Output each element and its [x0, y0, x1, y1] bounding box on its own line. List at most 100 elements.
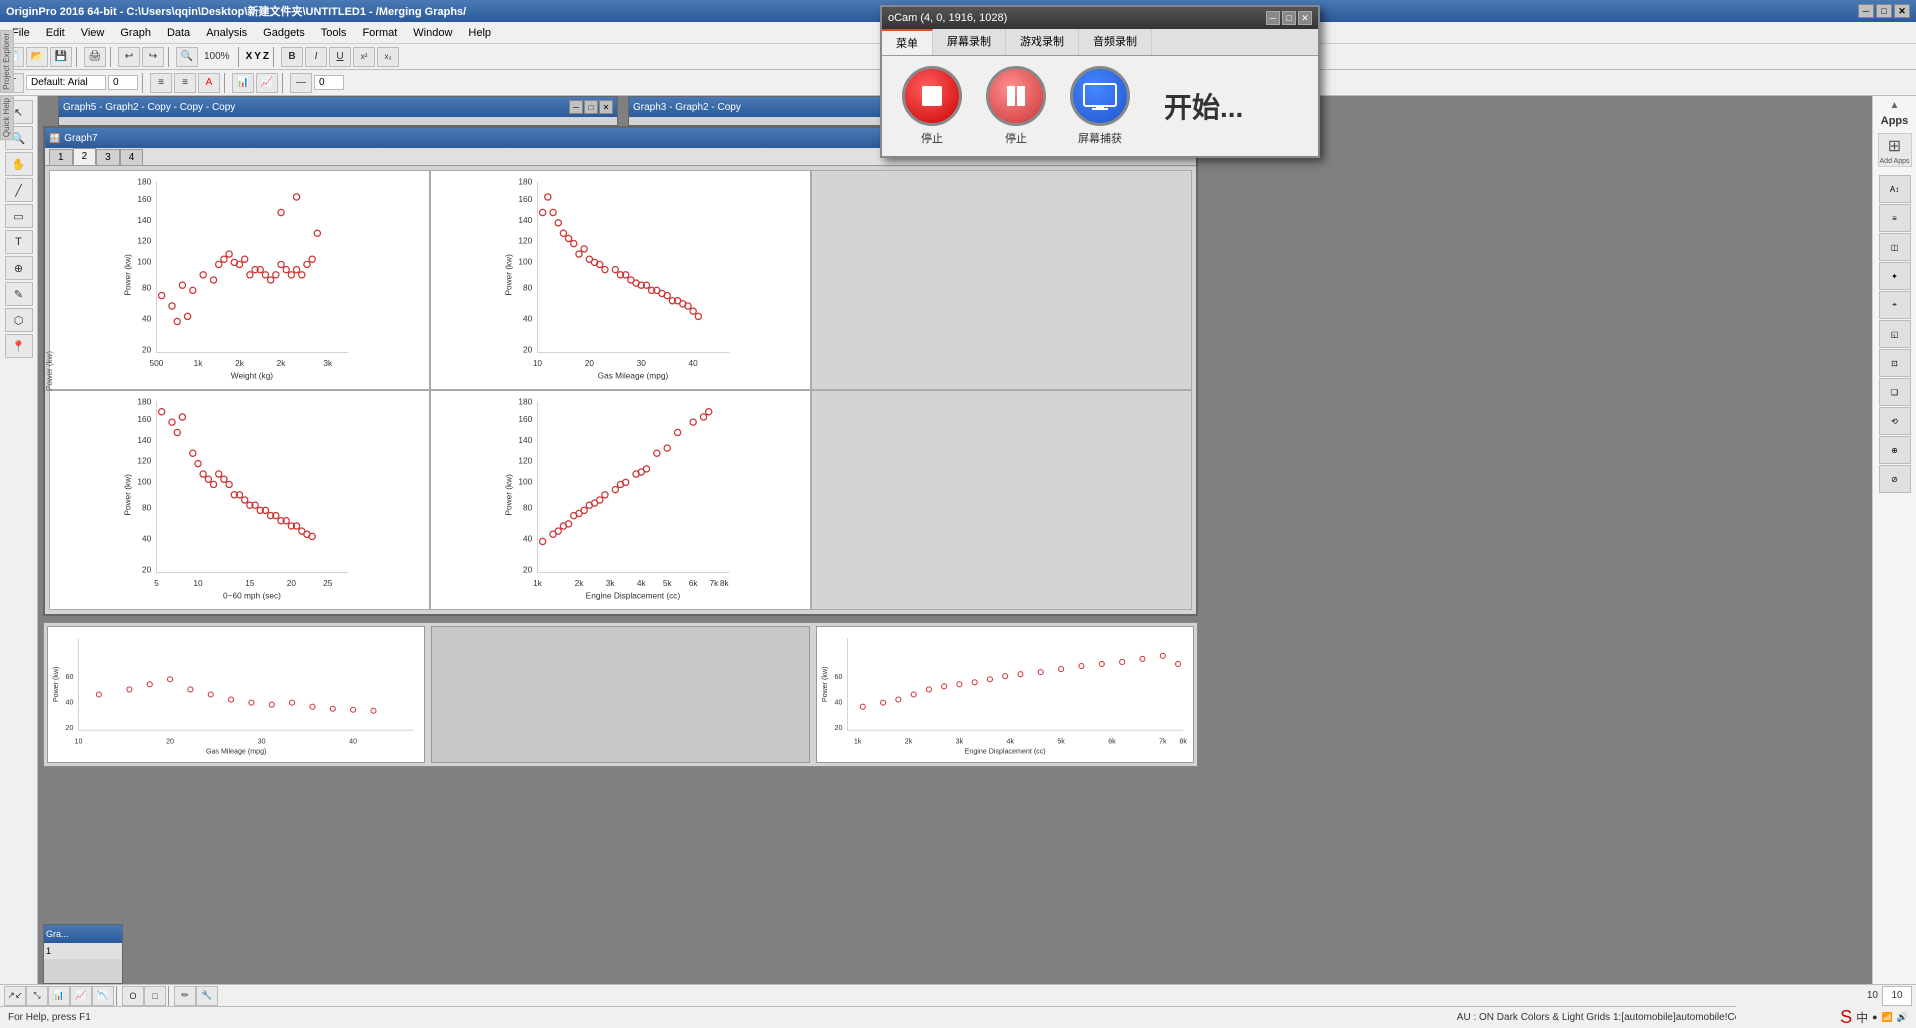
menu-gadgets[interactable]: Gadgets	[255, 25, 313, 41]
graph5-buttons: ─ □ ✕	[569, 100, 613, 114]
bt-btn4[interactable]: 📈	[70, 986, 92, 1006]
right-icon-7[interactable]: ⊡	[1879, 349, 1911, 377]
add-apps-icon: ⊞	[1888, 136, 1901, 156]
underline-btn[interactable]: U	[329, 47, 351, 67]
line-size-btn[interactable]: —	[290, 73, 312, 93]
plot-gasmileage-power[interactable]: 20 40 80 100 120 140 160 180 10 20 30 40…	[430, 170, 811, 390]
graph5-title-bar[interactable]: Graph5 - Graph2 - Copy - Copy - Copy ─ □…	[59, 97, 617, 117]
text-tool[interactable]: T	[5, 230, 33, 254]
print-btn[interactable]: 🖨	[84, 47, 106, 67]
bt-btn2[interactable]: ⤡	[26, 986, 48, 1006]
ocam-maximize[interactable]: □	[1282, 11, 1296, 25]
graph7-tab-2[interactable]: 2	[73, 148, 97, 165]
graph7-tab-4[interactable]: 4	[120, 149, 144, 165]
right-icon-6[interactable]: ◱	[1879, 320, 1911, 348]
undo-btn[interactable]: ↩	[118, 47, 140, 67]
graph7-tab-3[interactable]: 3	[96, 149, 120, 165]
menu-help[interactable]: Help	[460, 25, 499, 41]
bt-btn1[interactable]: ↗↙	[4, 986, 26, 1006]
ocam-stop-button-1[interactable]	[902, 66, 962, 126]
bold-btn[interactable]: B	[281, 47, 303, 67]
right-icon-10[interactable]: ⊕	[1879, 436, 1911, 464]
apps-scroll-up[interactable]: ▲	[1890, 100, 1900, 111]
menu-tools[interactable]: Tools	[313, 25, 355, 41]
project-explorer-tab[interactable]: Project Explorer	[0, 30, 14, 93]
data-reader[interactable]: ⊕	[5, 256, 33, 280]
line-size-input[interactable]: 0	[314, 75, 344, 90]
right-icon-4[interactable]: ✦	[1879, 262, 1911, 290]
minimize-button[interactable]: ─	[1858, 4, 1874, 18]
svg-text:Power (kw): Power (kw)	[52, 667, 60, 703]
right-icon-9[interactable]: ⟲	[1879, 407, 1911, 435]
align-center[interactable]: ≡	[174, 73, 196, 93]
chart-bar[interactable]: 📊	[232, 73, 254, 93]
draw-rect[interactable]: ▭	[5, 204, 33, 228]
ocam-title-bar[interactable]: oCam (4, 0, 1916, 1028) ─ □ ✕	[882, 7, 1318, 29]
small-graph-tab[interactable]: 1	[44, 943, 122, 959]
open-btn[interactable]: 📂	[26, 47, 48, 67]
plot-displacement-power[interactable]: 20 40 80 100 120 140 160 180 1k 2k 3k 4k…	[430, 390, 811, 610]
superscript-btn[interactable]: x²	[353, 47, 375, 67]
svg-text:180: 180	[518, 176, 532, 186]
font-size-input[interactable]: 0	[108, 75, 138, 90]
bt-btn5[interactable]: 📉	[92, 986, 114, 1006]
bt-btn7[interactable]: □	[144, 986, 166, 1006]
ocam-close[interactable]: ✕	[1298, 11, 1312, 25]
right-icon-2[interactable]: ≡	[1879, 204, 1911, 232]
redo-btn[interactable]: ↪	[142, 47, 164, 67]
ocam-tab-audio-record[interactable]: 音频录制	[1079, 29, 1152, 55]
menu-data[interactable]: Data	[159, 25, 198, 41]
right-icon-5[interactable]: ⌖	[1879, 291, 1911, 319]
ocam-pause-button[interactable]	[986, 66, 1046, 126]
graph5-maximize[interactable]: □	[584, 100, 598, 114]
ocam-tab-screen-record[interactable]: 屏幕录制	[933, 29, 1006, 55]
align-left[interactable]: ≡	[150, 73, 172, 93]
plot-mph-power[interactable]: 20 40 80 100 120 140 160 180 5 10 15 20 …	[49, 390, 430, 610]
bt-btn9[interactable]: 🔧	[196, 986, 218, 1006]
menu-graph[interactable]: Graph	[112, 25, 159, 41]
menu-analysis[interactable]: Analysis	[198, 25, 255, 41]
ocam-minimize[interactable]: ─	[1266, 11, 1280, 25]
mini-plot-mileage[interactable]: 20 40 60 10 20 30 40 Power (kw) Gas Mile…	[47, 626, 425, 763]
graph7-tab-1[interactable]: 1	[49, 149, 73, 165]
mini-plot-displacement[interactable]: 20 40 60 1k 2k 3k 4k 5k 6k 7k 8k Power (…	[816, 626, 1194, 763]
draw-line[interactable]: ╱	[5, 178, 33, 202]
graph5-close[interactable]: ✕	[599, 100, 613, 114]
menu-view[interactable]: View	[73, 25, 113, 41]
zoom-btn[interactable]: 🔍	[176, 47, 198, 67]
add-apps-button[interactable]: ⊞ Add Apps	[1878, 133, 1912, 167]
maximize-button[interactable]: □	[1876, 4, 1892, 18]
menu-window[interactable]: Window	[405, 25, 460, 41]
plot-weight-power[interactable]: 20 40 80 100 120 140 160 180 500 1k 2k 2…	[49, 170, 430, 390]
font-selector[interactable]: Default: Arial	[26, 75, 106, 90]
italic-btn[interactable]: I	[305, 47, 327, 67]
close-button[interactable]: ✕	[1894, 4, 1910, 18]
graph5-minimize[interactable]: ─	[569, 100, 583, 114]
save-btn[interactable]: 💾	[50, 47, 72, 67]
annotation[interactable]: ✎	[5, 282, 33, 306]
region-tool[interactable]: ⬡	[5, 308, 33, 332]
chart-line[interactable]: 📈	[256, 73, 278, 93]
right-icon-11[interactable]: ⊘	[1879, 465, 1911, 493]
screen-reader[interactable]: 📍	[5, 334, 33, 358]
right-icon-3[interactable]: ◫	[1879, 233, 1911, 261]
bt-btn8[interactable]: ✏	[174, 986, 196, 1006]
svg-text:Power (kw): Power (kw)	[123, 254, 133, 296]
bt-num-input[interactable]: 10	[1882, 986, 1912, 1006]
pan-tool[interactable]: ✋	[5, 152, 33, 176]
sep3	[168, 47, 172, 67]
bt-btn3[interactable]: 📊	[48, 986, 70, 1006]
right-icon-8[interactable]: ❑	[1879, 378, 1911, 406]
color-btn[interactable]: A	[198, 73, 220, 93]
subscript-btn[interactable]: x₂	[377, 47, 399, 67]
small-graph-title[interactable]: Gra...	[44, 925, 122, 943]
bt-btn6[interactable]: O	[122, 986, 144, 1006]
ocam-body: 停止 停止 屏幕捕获 开始...	[882, 56, 1318, 156]
right-icon-1[interactable]: A↕	[1879, 175, 1911, 203]
ocam-screen-button[interactable]	[1070, 66, 1130, 126]
ocam-tab-menu[interactable]: 菜单	[882, 29, 933, 55]
ocam-tab-game-record[interactable]: 游戏录制	[1006, 29, 1079, 55]
menu-edit[interactable]: Edit	[38, 25, 73, 41]
menu-format[interactable]: Format	[354, 25, 405, 41]
quick-help-tab[interactable]: Quick Help	[0, 95, 14, 140]
